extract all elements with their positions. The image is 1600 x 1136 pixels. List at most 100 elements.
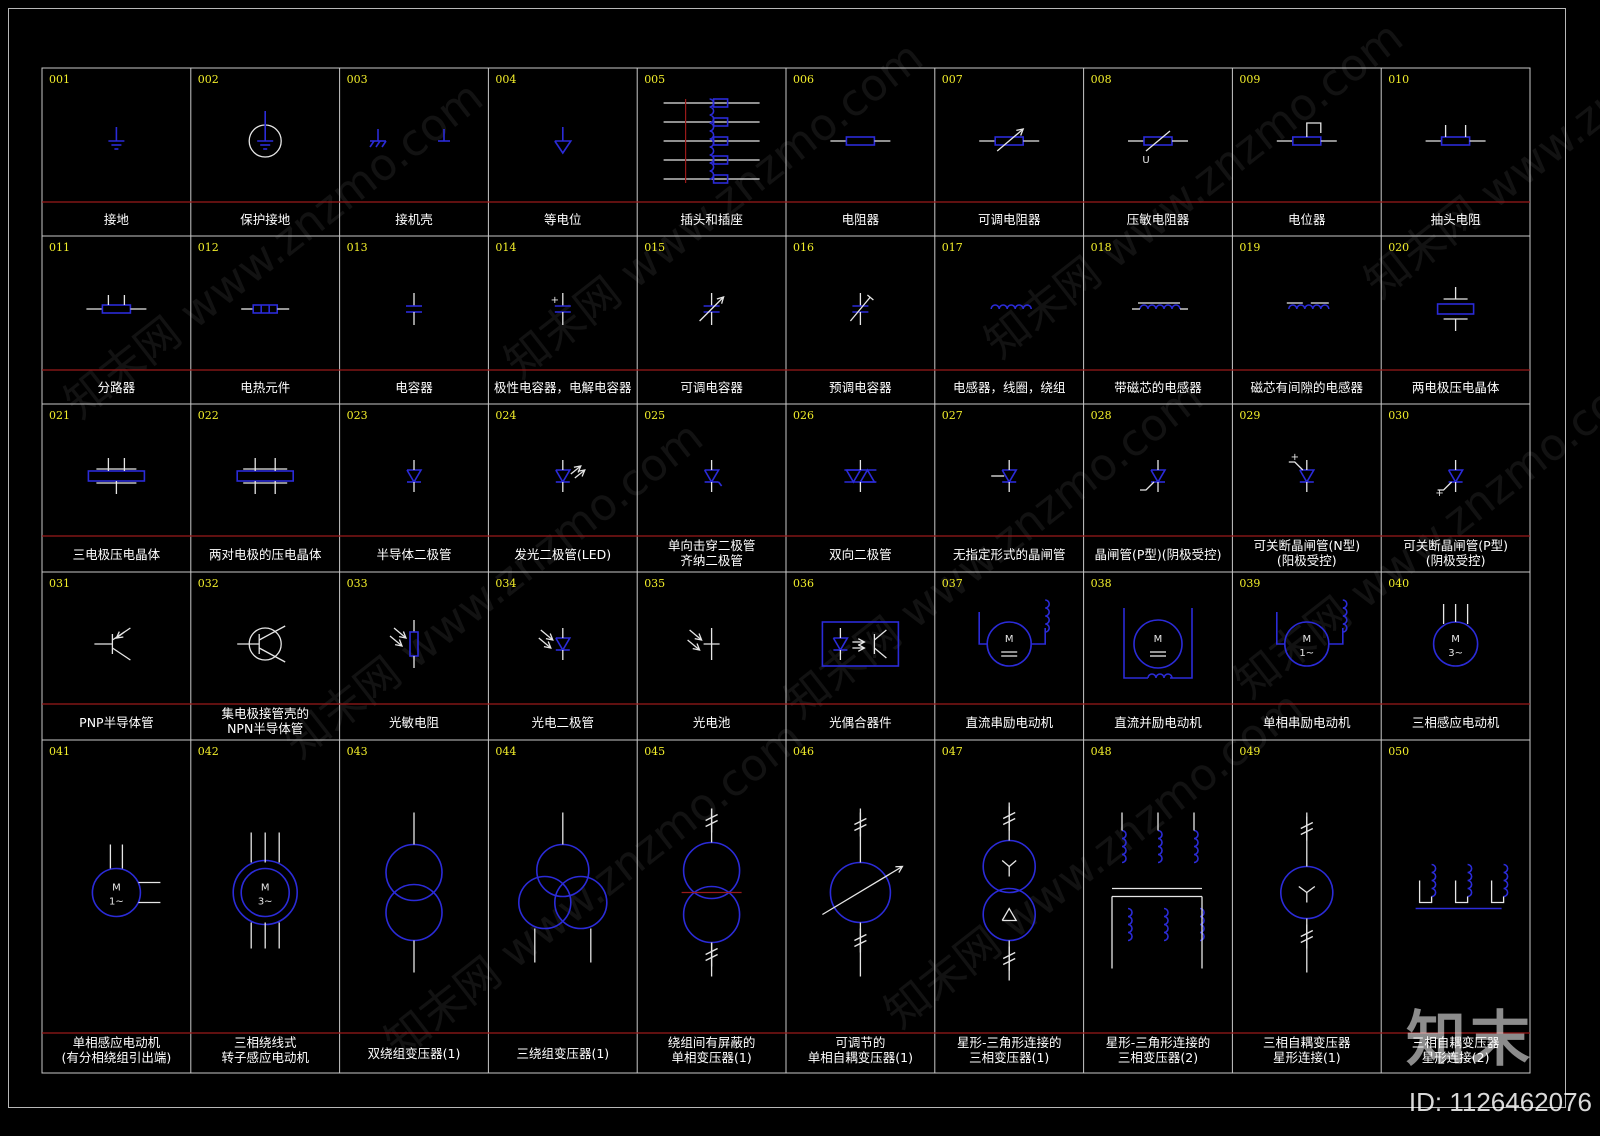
watermark-text: 知末网 www.znzmo.com	[275, 411, 712, 768]
equipotential-icon	[554, 127, 573, 155]
symbol-label: 电阻器	[842, 212, 880, 227]
symbol-label: 带磁芯的电感器	[1114, 380, 1202, 395]
symbol-label: NPN半导体管	[227, 721, 303, 736]
symbol-label: 三相变压器(1)	[969, 1050, 1049, 1065]
svg-text:M: M	[1005, 634, 1014, 645]
symbol-number: 012	[198, 241, 219, 254]
symbol-label: 光敏电阻	[389, 715, 440, 730]
three-electrode-crystal-icon	[87, 458, 146, 494]
symbol-label: 单相串励电动机	[1263, 715, 1351, 730]
symbol-number: 025	[644, 409, 665, 422]
symbol-label: 磁芯有间隙的电感器	[1251, 380, 1364, 395]
symbol-label: 电热元件	[240, 380, 290, 395]
shunt-icon	[86, 295, 147, 314]
symbol-number: 024	[495, 409, 516, 422]
symbol-number: 042	[198, 745, 219, 758]
symbol-label: 预调电容器	[829, 380, 892, 395]
symbol-cell: 004 等电位	[495, 73, 581, 227]
zener-diode-icon	[703, 460, 723, 492]
svg-text:M: M	[1154, 634, 1163, 645]
heating-element-icon	[241, 304, 290, 314]
symbol-number: 039	[1239, 577, 1260, 590]
symbol-label: 分路器	[98, 380, 136, 395]
symbol-number: 034	[495, 577, 516, 590]
symbol-label: 三相感应电动机	[1412, 715, 1500, 730]
svg-text:M: M	[261, 883, 270, 894]
symbol-cell: 001 接地	[49, 73, 129, 227]
svg-text:M: M	[1451, 634, 1460, 645]
symbol-label: 单相感应电动机	[73, 1035, 161, 1050]
variable-capacitor-icon	[699, 293, 725, 325]
symbol-label: 可关断晶闸管(P型)	[1403, 538, 1508, 553]
symbol-label: 等电位	[544, 212, 582, 227]
symbol-number: 046	[793, 745, 814, 758]
symbol-cell: 022 两对电极的压电晶体	[198, 409, 322, 562]
symbol-number: 021	[49, 409, 70, 422]
svg-text:+: +	[551, 295, 559, 306]
symbol-label: 接地	[104, 212, 130, 227]
capacitor-icon	[406, 293, 422, 325]
symbol-number: 027	[942, 409, 963, 422]
symbol-number: 044	[495, 745, 516, 758]
symbol-label: 齐纳二极管	[680, 553, 743, 568]
symbol-label: PNP半导体管	[79, 715, 153, 730]
watermark-id: ID: 1126462076	[1408, 1087, 1592, 1117]
symbol-cell: 013 电容器	[347, 241, 434, 395]
svg-text:3~: 3~	[1448, 648, 1463, 659]
symbol-label: 极性电容器，电解电容器	[494, 380, 632, 395]
symbol-label: 光偶合器件	[829, 715, 892, 730]
symbol-cell: 026 双向二极管	[793, 409, 892, 562]
symbol-label: 光电二极管	[532, 715, 595, 730]
symbol-number: 026	[793, 409, 814, 422]
protective-ground-icon	[248, 111, 282, 158]
svg-text:M: M	[1302, 634, 1311, 645]
symbol-number: 013	[347, 241, 368, 254]
symbol-cell: 035 光电池	[644, 577, 731, 730]
symbol-number: 011	[49, 241, 70, 254]
symbol-number: 005	[644, 73, 665, 86]
symbol-number: 032	[198, 577, 219, 590]
symbol-number: 017	[942, 241, 963, 254]
symbol-label: 两对电极的压电晶体	[209, 547, 322, 562]
symbol-number: 023	[347, 409, 368, 422]
dc-shunt-motor-icon: M	[1123, 608, 1193, 679]
symbol-label: 保护接地	[240, 212, 291, 227]
symbol-number: 038	[1091, 577, 1112, 590]
symbol-cell: 002 保护接地	[198, 73, 291, 227]
symbol-number: 033	[347, 577, 368, 590]
symbol-cell: 007 可调电阻器	[942, 73, 1041, 227]
symbol-cells: 001 接地 002 保护接地 003 接机壳 004 等电位 005 插头和插座 006 电阻器 00…	[49, 73, 1509, 1065]
symbol-number: 004	[495, 73, 516, 86]
symbol-label: 星形连接(1)	[1273, 1050, 1341, 1065]
symbol-cell: 031 PNP半导体管	[49, 577, 154, 730]
symbol-label: 两电极压电晶体	[1412, 380, 1500, 395]
watermark-logo: 知末	[1406, 1005, 1534, 1075]
symbol-label: 抽头电阻	[1431, 212, 1482, 227]
two-electrode-crystal-icon	[1436, 287, 1475, 331]
symbol-label: 电感器，线圈，绕组	[953, 380, 1066, 395]
symbol-number: 001	[49, 73, 70, 86]
symbol-label: 三相自耦变压器	[1263, 1035, 1351, 1050]
symbol-number: 028	[1091, 409, 1112, 422]
symbol-cell: 042 M 3~ 三相绕线式转子感应电动机	[198, 745, 310, 1065]
symbol-label: 电位器	[1288, 212, 1326, 227]
symbol-number: 022	[198, 409, 219, 422]
symbol-label: 星形-三角形连接的	[957, 1035, 1062, 1050]
symbol-label: (阴极受控)	[1426, 553, 1486, 568]
tapped-resistor-icon	[1425, 125, 1486, 146]
symbol-cell: 049 三相自耦变压器星形连接(1)	[1239, 745, 1351, 1065]
symbol-label: 直流并励电动机	[1114, 715, 1202, 730]
symbol-label: 单相变压器(1)	[671, 1050, 751, 1065]
symbol-number: 049	[1239, 745, 1260, 758]
symbol-number: 009	[1239, 73, 1260, 86]
symbol-number: 050	[1388, 745, 1409, 758]
svg-text:1~: 1~	[1299, 648, 1314, 659]
variable-resistor-icon	[979, 128, 1040, 152]
symbol-number: 007	[942, 73, 963, 86]
symbol-label: 三相变压器(2)	[1118, 1050, 1198, 1065]
svg-text:+: +	[1435, 488, 1443, 499]
photocell-icon	[687, 628, 720, 660]
watermark-text: 知末网 www.znzmo.com	[875, 681, 1312, 1038]
symbol-label: 转子感应电动机	[221, 1050, 309, 1065]
ground-icon	[108, 127, 125, 150]
